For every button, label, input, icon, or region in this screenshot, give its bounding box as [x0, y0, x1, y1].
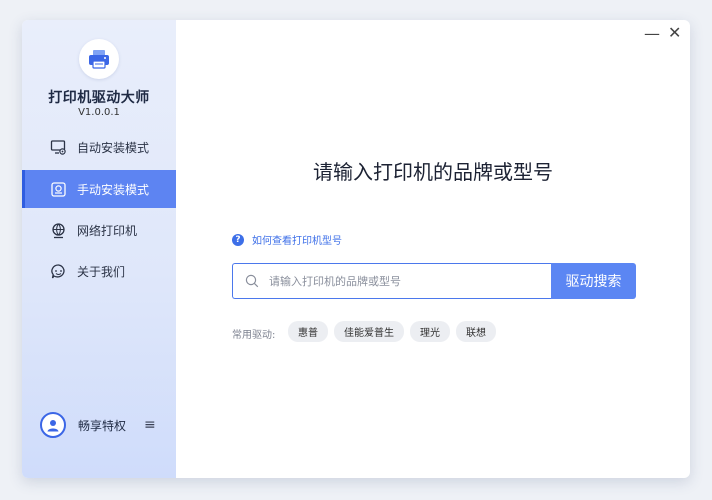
app-window: 打印机驱动大师 V1.0.0.1 自动安装模式 手动安装模式 网络打印机 关于我… [22, 20, 690, 478]
sidebar: 打印机驱动大师 V1.0.0.1 自动安装模式 手动安装模式 网络打印机 关于我… [22, 20, 176, 478]
help-link-label: 如何查看打印机型号 [252, 236, 342, 247]
sidebar-item-label: 关于我们 [77, 264, 126, 279]
driver-search-button[interactable]: 驱动搜索 [551, 263, 636, 299]
app-logo [79, 39, 119, 79]
page-title: 请输入打印机的品牌或型号 [313, 160, 553, 184]
user-area: 畅享特权 ≡ [40, 412, 156, 438]
question-icon: ? [232, 233, 244, 246]
tag-ricoh[interactable]: 理光 [410, 321, 450, 342]
tag-canon-epson[interactable]: 佳能爱普生 [334, 321, 404, 342]
tag-hp[interactable]: 惠普 [288, 321, 328, 342]
sidebar-item-label: 自动安装模式 [77, 140, 150, 155]
hamburger-menu-icon[interactable]: ≡ [144, 417, 156, 433]
info-chat-icon [50, 263, 67, 280]
common-drivers-label: 常用驱动: [232, 330, 276, 341]
sidebar-item-about-us[interactable]: 关于我们 [22, 252, 176, 290]
how-to-find-model-link[interactable]: ? 如何查看打印机型号 [232, 232, 342, 247]
close-button[interactable]: ✕ [668, 23, 681, 42]
avatar[interactable] [40, 412, 66, 438]
search-input[interactable] [269, 274, 551, 288]
user-privilege-label[interactable]: 畅享特权 [78, 417, 126, 434]
app-title: 打印机驱动大师 [48, 90, 150, 106]
search-icon [245, 274, 259, 288]
sidebar-item-label: 网络打印机 [77, 223, 138, 238]
printer-icon [89, 50, 109, 69]
monitor-gear-icon [50, 139, 67, 156]
user-icon [47, 420, 59, 432]
search-box [232, 263, 551, 299]
manual-install-icon [50, 181, 67, 198]
sidebar-item-network-printer[interactable]: 网络打印机 [22, 211, 176, 249]
app-version: V1.0.0.1 [78, 107, 120, 118]
tag-lenovo[interactable]: 联想 [456, 321, 496, 342]
sidebar-item-auto-install[interactable]: 自动安装模式 [22, 128, 176, 166]
sidebar-item-manual-install[interactable]: 手动安装模式 [22, 170, 176, 208]
minimize-button[interactable]: — [644, 24, 660, 43]
common-driver-tags: 惠普 佳能爱普生 理光 联想 [288, 321, 502, 342]
sidebar-item-label: 手动安装模式 [77, 182, 150, 197]
network-icon [50, 222, 67, 239]
